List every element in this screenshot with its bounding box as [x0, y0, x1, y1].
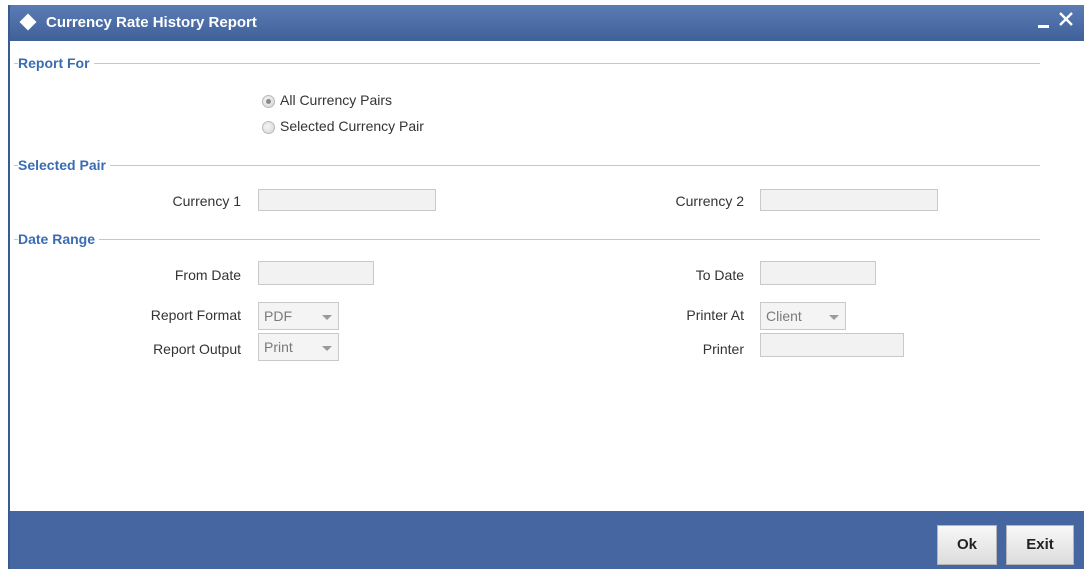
close-icon	[1059, 12, 1073, 26]
report-window: Currency Rate History Report Report For …	[8, 5, 1084, 569]
section-divider	[14, 165, 1040, 166]
printer-at-value: Client	[766, 308, 802, 324]
from-date-input[interactable]	[258, 261, 374, 285]
report-output-value: Print	[264, 339, 293, 355]
section-heading-selected-pair: Selected Pair	[18, 157, 110, 173]
close-button[interactable]	[1056, 9, 1078, 33]
report-output-label: Report Output	[153, 341, 241, 357]
window-title: Currency Rate History Report	[46, 14, 257, 31]
section-divider	[14, 63, 1040, 64]
report-format-label: Report Format	[150, 307, 241, 323]
currency2-input[interactable]	[760, 189, 938, 211]
minimize-icon	[1038, 25, 1049, 28]
report-format-value: PDF	[264, 308, 292, 324]
chevron-down-icon	[322, 315, 332, 320]
printer-label: Printer	[702, 341, 744, 357]
title-bar[interactable]: Currency Rate History Report	[10, 5, 1084, 41]
currency2-label: Currency 2	[675, 193, 744, 209]
chevron-down-icon	[829, 315, 839, 320]
to-date-input[interactable]	[760, 261, 876, 285]
currency1-label: Currency 1	[172, 193, 241, 209]
radio-label-selected-currency-pair: Selected Currency Pair	[280, 118, 424, 134]
section-divider	[14, 239, 1040, 240]
to-date-label: To Date	[695, 267, 744, 283]
diamond-icon	[19, 13, 37, 31]
ok-button[interactable]: Ok	[937, 525, 997, 565]
printer-input[interactable]	[760, 333, 904, 357]
printer-at-select[interactable]: Client	[760, 302, 846, 330]
radio-button-unchecked[interactable]	[262, 121, 275, 134]
report-format-select[interactable]: PDF	[258, 302, 339, 330]
minimize-button[interactable]	[1034, 9, 1056, 33]
chevron-down-icon	[322, 346, 332, 351]
currency1-input[interactable]	[258, 189, 436, 211]
from-date-label: From Date	[174, 267, 241, 283]
report-output-select[interactable]: Print	[258, 333, 339, 361]
radio-button-checked[interactable]	[262, 95, 275, 108]
section-heading-report-for: Report For	[18, 55, 94, 71]
footer-bar: Ok Exit	[10, 511, 1084, 569]
section-heading-date-range: Date Range	[18, 231, 100, 247]
radio-label-all-currency-pairs: All Currency Pairs	[280, 92, 393, 108]
printer-at-label: Printer At	[686, 307, 744, 323]
exit-button[interactable]: Exit	[1006, 525, 1074, 565]
